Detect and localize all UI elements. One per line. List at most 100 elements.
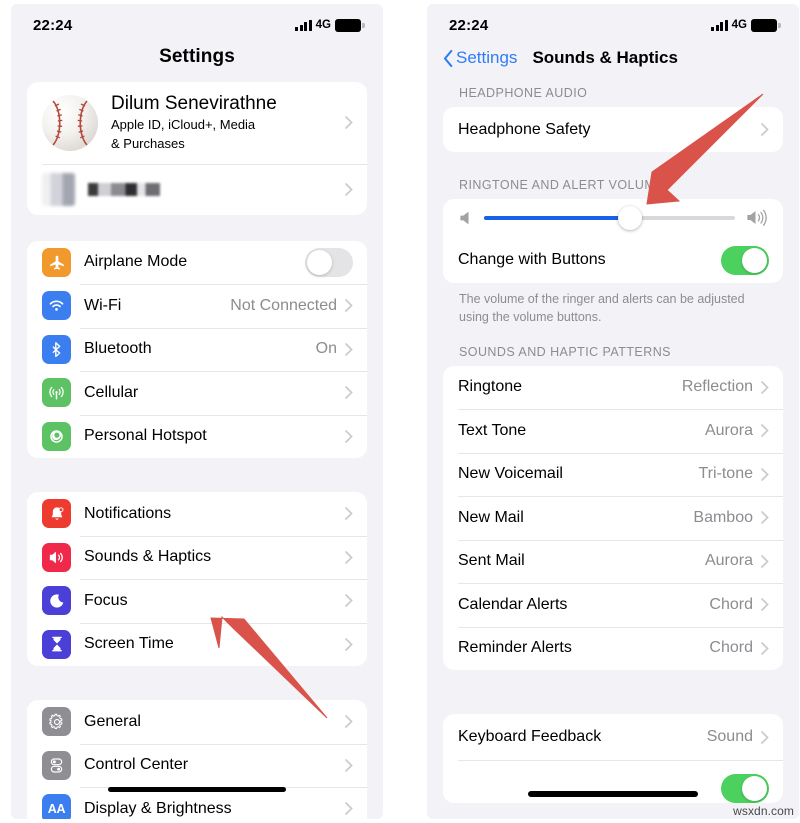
section-header-sounds-haptic-patterns: SOUNDS AND HAPTIC PATTERNS — [459, 344, 671, 359]
account-name: Dilum Senevirathne — [111, 93, 277, 114]
chevron-right-icon — [761, 123, 769, 136]
sidebar-item-label: Focus — [84, 591, 128, 609]
watermark: wsxdn.com — [733, 804, 794, 818]
row-label: Reminder Alerts — [458, 639, 572, 657]
headphone-audio-group: Headphone Safety — [443, 107, 783, 152]
sidebar-item-label: Control Center — [84, 756, 189, 774]
chevron-right-icon — [345, 343, 353, 356]
hotspot-icon — [42, 421, 71, 451]
row-value: Sound — [706, 728, 753, 745]
sidebar-item-cellular[interactable]: Cellular — [27, 371, 367, 415]
status-indicators: 4G — [295, 18, 365, 32]
row-value: Aurora — [704, 421, 753, 439]
apple-id-account-row[interactable]: Dilum Senevirathne Apple ID, iCloud+, Me… — [27, 82, 367, 164]
row-value: Chord — [709, 639, 753, 657]
chevron-right-icon — [345, 507, 353, 521]
row-label: Calendar Alerts — [458, 595, 568, 613]
row-label: Keyboard Feedback — [458, 728, 602, 745]
notifications-group: Notifications Sounds & Haptics Focus Scr… — [27, 492, 367, 667]
row-calendar-alerts[interactable]: Calendar Alerts Chord — [443, 583, 783, 627]
airplane-mode-toggle[interactable] — [305, 247, 353, 277]
baseball-avatar — [42, 94, 98, 151]
status-bar-right: 22:24 4G — [427, 4, 799, 40]
chevron-right-icon — [761, 467, 769, 481]
row-value: Chord — [709, 595, 753, 613]
volume-slider-track[interactable] — [484, 206, 735, 230]
status-indicators: 4G — [711, 18, 781, 32]
sidebar-item-label: Display & Brightness — [84, 799, 232, 817]
section-header-ringtone-alert-volume: RINGTONE AND ALERT VOLUME — [459, 178, 665, 192]
row-headphone-safety[interactable]: Headphone Safety — [443, 107, 783, 152]
row-sent-mail[interactable]: Sent Mail Aurora — [443, 539, 783, 584]
sidebar-item-label: Airplane Mode — [84, 253, 188, 271]
chevron-right-icon — [345, 715, 353, 729]
sidebar-item-control-center[interactable]: Control Center — [27, 743, 367, 788]
page-title: Settings — [159, 46, 235, 67]
chevron-right-icon — [345, 594, 353, 608]
notifications-bell-icon — [42, 499, 71, 529]
ringtone-volume-group: Change with Buttons — [443, 199, 783, 283]
row-text-tone[interactable]: Text Tone Aurora — [443, 409, 783, 453]
change-with-buttons-toggle[interactable] — [721, 245, 769, 275]
control-center-toggles-icon — [42, 750, 71, 780]
sidebar-item-label: Bluetooth — [84, 340, 152, 358]
sidebar-item-label: Cellular — [84, 383, 139, 401]
row-reminder-alerts[interactable]: Reminder Alerts Chord — [443, 626, 783, 671]
sounds-haptics-screen: 22:24 4G Settings Sounds & Haptics HEADP… — [427, 4, 799, 819]
sidebar-item-screen-time[interactable]: Screen Time — [27, 622, 367, 667]
sidebar-item-airplane-mode[interactable]: Airplane Mode — [27, 241, 367, 285]
row-ringtone[interactable]: Ringtone Reflection — [443, 366, 783, 410]
row-label: New Voicemail — [458, 465, 563, 483]
row-label: Change with Buttons — [458, 251, 606, 268]
speaker-low-icon — [460, 211, 469, 225]
network-type-label: 4G — [315, 19, 331, 31]
sidebar-item-label: Personal Hotspot — [84, 427, 207, 445]
wifi-icon — [42, 291, 71, 321]
chevron-right-icon — [345, 759, 353, 772]
sidebar-item-personal-hotspot[interactable]: Personal Hotspot — [27, 414, 367, 459]
ringtone-volume-slider-row — [443, 199, 783, 237]
chevron-left-icon — [443, 49, 453, 67]
chevron-right-icon — [345, 430, 353, 443]
account-subtitle-line1: Apple ID, iCloud+, Media — [111, 117, 256, 133]
signal-bars-icon — [711, 19, 728, 31]
sidebar-item-wifi[interactable]: Wi-Fi Not Connected — [27, 284, 367, 328]
navigation-bar: Settings Sounds & Haptics — [427, 40, 799, 86]
row-value: Reflection — [681, 378, 753, 396]
account-group: Dilum Senevirathne Apple ID, iCloud+, Me… — [27, 82, 367, 215]
sidebar-item-notifications[interactable]: Notifications — [27, 492, 367, 536]
bluetooth-status-value: On — [315, 340, 337, 358]
keyboard-feedback-group: Keyboard Feedback Sound — [443, 714, 783, 803]
wifi-status-value: Not Connected — [230, 296, 337, 314]
sidebar-item-sounds-haptics[interactable]: Sounds & Haptics — [27, 535, 367, 580]
sidebar-item-focus[interactable]: Focus — [27, 579, 367, 623]
row-new-mail[interactable]: New Mail Bamboo — [443, 496, 783, 540]
chevron-right-icon — [345, 299, 353, 313]
focus-moon-icon — [42, 586, 71, 616]
chevron-right-icon — [761, 554, 769, 568]
row-label: New Mail — [458, 508, 524, 526]
sidebar-item-general[interactable]: General — [27, 700, 367, 744]
chevron-right-icon — [761, 641, 769, 655]
chevron-right-icon — [761, 424, 769, 438]
chevron-right-icon — [345, 802, 353, 816]
screenshot-stage: 22:24 4G Settings Dilum Senevirathne App… — [0, 0, 800, 823]
sidebar-item-label: Sounds & Haptics — [84, 548, 212, 566]
partial-toggle[interactable] — [721, 774, 769, 803]
row-change-with-buttons[interactable]: Change with Buttons — [443, 237, 783, 283]
row-new-voicemail[interactable]: New Voicemail Tri-tone — [443, 452, 783, 497]
sidebar-item-bluetooth[interactable]: Bluetooth On — [27, 327, 367, 372]
status-bar-left: 22:24 4G — [11, 4, 383, 40]
back-button[interactable]: Settings — [443, 48, 517, 68]
redacted-account-name — [88, 182, 160, 196]
row-keyboard-feedback[interactable]: Keyboard Feedback Sound — [443, 714, 783, 760]
battery-full-icon — [751, 18, 781, 32]
row-label: Ringtone — [458, 378, 523, 396]
account-text: Dilum Senevirathne Apple ID, iCloud+, Me… — [111, 93, 345, 153]
volume-slider-thumb[interactable] — [617, 206, 642, 230]
home-indicator — [528, 791, 698, 797]
status-time: 22:24 — [33, 16, 73, 34]
section-header-headphone-audio: HEADPHONE AUDIO — [459, 86, 588, 100]
secondary-account-row-redacted[interactable] — [27, 163, 367, 215]
sounds-haptic-patterns-group: Ringtone Reflection Text Tone Aurora New… — [443, 365, 783, 671]
